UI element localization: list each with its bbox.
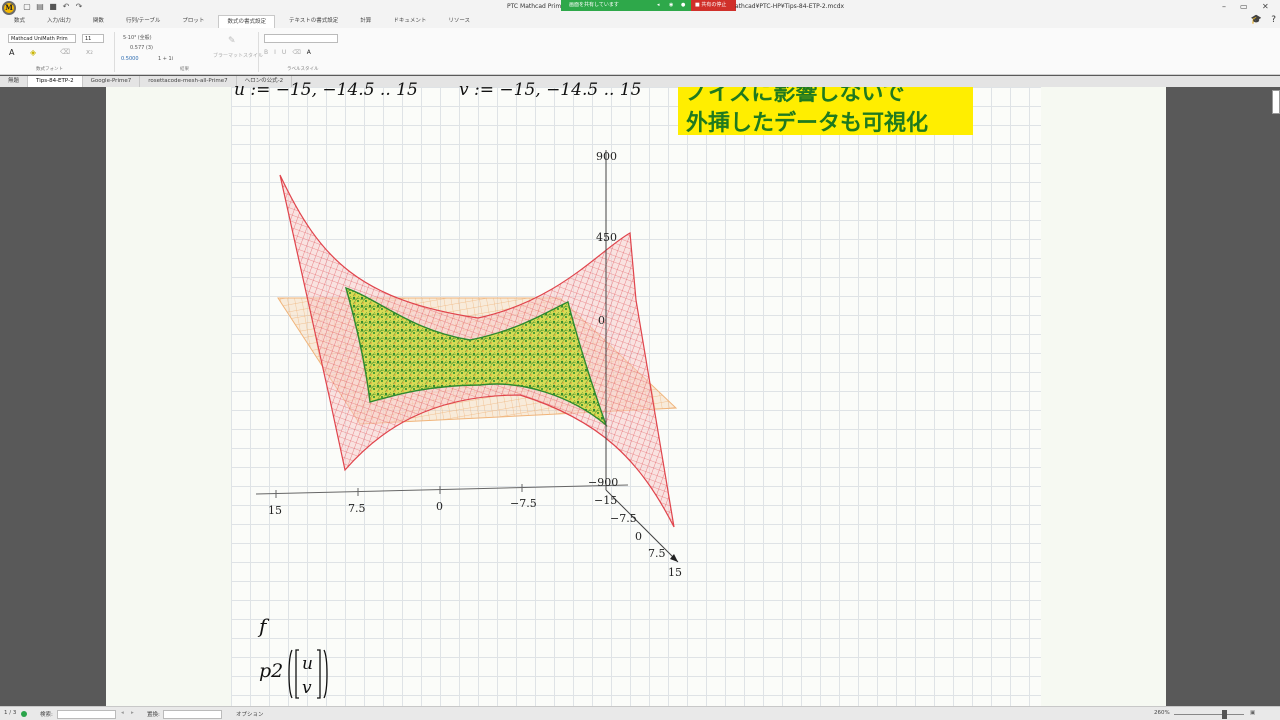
zoom-level: 260%	[1154, 710, 1170, 716]
search-label: 検索:	[40, 712, 53, 718]
z-tick-label: 450	[596, 231, 617, 244]
label-color-icon[interactable]: A	[307, 49, 311, 56]
screen-share-bar: 画面を共有しています ◂ ◉ ●	[561, 0, 691, 11]
fit-page-icon[interactable]: ▣	[1250, 710, 1255, 716]
search-next-icon[interactable]: ▸	[131, 710, 134, 716]
x-tick-label: −15	[594, 494, 617, 507]
label-style-buttons: B I U ⌫ A	[264, 49, 311, 56]
undo-icon[interactable]: ↶	[61, 2, 71, 12]
zoom-slider-thumb[interactable]	[1222, 710, 1227, 719]
font-size-select[interactable]: 11	[82, 34, 104, 43]
doc-tab-rosettacode[interactable]: rosettacode-mesh-all-Prime7	[140, 76, 237, 87]
settings-icon[interactable]: ●	[681, 0, 685, 11]
search-prev-icon[interactable]: ◂	[121, 710, 124, 716]
status-bar: 1 / 3 検索: ◂ ▸ 置換: オプション 260% ▣	[0, 706, 1280, 720]
clear-icon[interactable]: ⌫	[292, 49, 300, 56]
close-icon[interactable]: ✕	[1262, 2, 1269, 11]
share-status-text: 画面を共有しています	[569, 2, 619, 8]
highlight-color-icon[interactable]: ◈	[30, 48, 36, 57]
zoom-slider[interactable]	[1174, 714, 1244, 715]
format-general[interactable]: 5·10³ (全般)	[123, 34, 152, 41]
format-painter[interactable]: ブラーマットスタイル	[213, 52, 263, 59]
group-result-label: 結果	[180, 67, 189, 72]
search-input[interactable]	[57, 710, 116, 719]
maximize-icon[interactable]: ▭	[1240, 2, 1248, 11]
tab-input-output[interactable]: 入力/出力	[39, 15, 79, 28]
tab-calculation[interactable]: 計算	[352, 15, 379, 28]
tab-plots[interactable]: プロット	[174, 15, 212, 28]
graduation-cap-icon[interactable]: 🎓	[1251, 15, 1262, 25]
3d-surface-plot[interactable]: 900 450 0 −900 15 7.5 0 −7.5 −15 −7.5 0 …	[106, 87, 746, 587]
doc-tab-untitled[interactable]: 無題	[0, 76, 29, 87]
redo-icon[interactable]: ↷	[74, 2, 84, 12]
z-tick-label: 0	[598, 314, 605, 327]
tab-functions[interactable]: 関数	[85, 15, 112, 28]
doc-tab-tips-84[interactable]: Tips-84-ETP-2	[28, 76, 83, 87]
matrix-u[interactable]: u	[302, 654, 313, 674]
open-folder-icon[interactable]: ▤	[35, 2, 45, 12]
subscript-icon[interactable]: x₂	[86, 48, 93, 56]
label-style-select[interactable]	[264, 34, 338, 43]
tab-text-formatting[interactable]: テキストの書式設定	[281, 15, 346, 28]
matrix-v[interactable]: v	[302, 678, 312, 698]
help-icon[interactable]: ?	[1271, 15, 1276, 25]
minimize-icon[interactable]: –	[1222, 2, 1226, 11]
new-file-icon[interactable]: ▢	[22, 2, 32, 12]
z-tick-label: 900	[596, 150, 617, 163]
y-tick-label: 15	[668, 566, 682, 579]
x-tick-label: 0	[436, 500, 443, 513]
page-indicator: 1 / 3	[4, 710, 17, 716]
clear-format-icon[interactable]: ⌫	[60, 48, 70, 56]
quick-access-toolbar: ▢ ▤ ■ ↶ ↷	[22, 2, 84, 12]
group-font-label: 数式フォント	[36, 67, 63, 72]
plot-function-label[interactable]: f	[259, 614, 266, 638]
file-path-title: athcad¥PTC-HP¥Tips-84-ETP-2.mcdx	[735, 3, 845, 10]
bold-icon[interactable]: B	[264, 49, 268, 56]
stop-share-button[interactable]: ■ 共有の停止	[691, 0, 736, 11]
ribbon-separator	[114, 32, 115, 72]
format-complex[interactable]: 1 + 1i	[158, 56, 173, 62]
tab-matrices-tables[interactable]: 行列/テーブル	[118, 15, 169, 28]
tab-resources[interactable]: リソース	[440, 15, 478, 28]
status-dot-icon	[21, 711, 27, 717]
font-color-icon[interactable]: A	[9, 48, 14, 57]
y-tick-label: 7.5	[648, 547, 666, 560]
title-bar: M ▢ ▤ ■ ↶ ↷ PTC Mathcad Prime 画面を共有しています…	[0, 0, 1280, 15]
y-tick-label: 0	[635, 530, 642, 543]
volume-icon[interactable]: ◂	[657, 0, 660, 11]
uv-matrix-brackets: u v	[288, 649, 328, 699]
replace-input[interactable]	[163, 710, 222, 719]
underline-icon[interactable]: U	[282, 49, 286, 56]
doc-tab-google[interactable]: Google-Prime7	[83, 76, 141, 87]
font-name-select[interactable]: Mathcad UniMath Prim	[8, 34, 76, 43]
x-axis	[255, 484, 629, 495]
ribbon-panel: Mathcad UniMath Prim 11 A ◈ ⌫ x₂ 数式フォント …	[0, 28, 1280, 75]
tab-math-formatting[interactable]: 数式の書式設定	[218, 15, 275, 28]
replace-label: 置換:	[147, 712, 160, 718]
stop-share-label: 共有の停止	[701, 2, 727, 8]
tab-document[interactable]: ドキュメント	[385, 15, 434, 28]
options-label[interactable]: オプション	[236, 710, 264, 718]
ribbon-tabs: 数式 入力/出力 関数 行列/テーブル プロット 数式の書式設定 テキストの書式…	[0, 15, 1280, 28]
x-tick-label: 7.5	[348, 502, 366, 515]
y-tick-label: −7.5	[610, 512, 637, 525]
app-title: PTC Mathcad Prime	[507, 3, 565, 10]
plot-data-label[interactable]: p2	[259, 660, 283, 682]
vertical-scrollbar[interactable]	[1272, 90, 1280, 114]
pause-icon[interactable]: ◉	[669, 0, 673, 11]
format-decimal[interactable]: 0.577 (3)	[130, 45, 153, 51]
save-icon[interactable]: ■	[48, 2, 58, 12]
x-tick-label: 15	[268, 504, 282, 517]
group-label-style: ラベルスタイル	[287, 67, 319, 72]
format-painter-icon[interactable]: ✎	[228, 36, 236, 46]
x-tick-label: −7.5	[510, 497, 537, 510]
italic-icon[interactable]: I	[274, 49, 276, 56]
ribbon-separator	[258, 32, 259, 72]
mathcad-logo-icon[interactable]: M	[2, 1, 16, 15]
z-tick-label: −900	[588, 476, 618, 489]
tab-math[interactable]: 数式	[6, 15, 33, 28]
format-value[interactable]: 0.5000	[121, 56, 139, 62]
